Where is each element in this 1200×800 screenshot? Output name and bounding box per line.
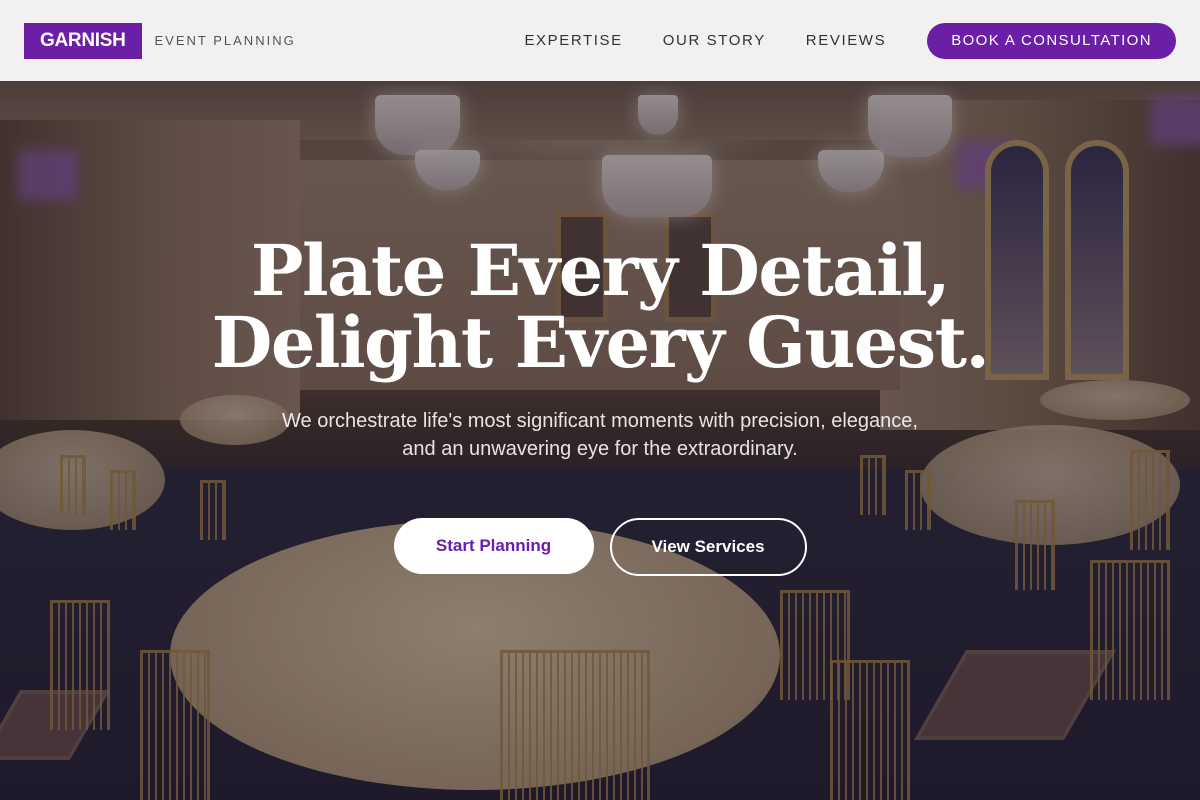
book-consultation-button[interactable]: BOOK A CONSULTATION [927,22,1176,59]
nav-link-our-story[interactable]: OUR STORY [663,32,766,49]
nav-link-expertise[interactable]: EXPERTISE [524,32,622,49]
hero-headline: Plate Every Detail, Delight Every Guest. [0,235,1200,379]
brand-tagline: EVENT PLANNING [154,33,296,48]
brand-logo[interactable]: GARNISH [24,22,142,59]
view-services-button[interactable]: View Services [609,518,807,576]
hero-buttons: Start Planning View Services [0,518,1200,576]
main-nav: EXPERTISE OUR STORY REVIEWS [524,32,886,49]
hero-section: Plate Every Detail, Delight Every Guest.… [0,235,1200,576]
site-header: GARNISH EVENT PLANNING EXPERTISE OUR STO… [0,0,1200,81]
start-planning-button[interactable]: Start Planning [393,518,594,574]
hero-headline-line-1: Plate Every Detail, [250,229,951,312]
hero-subtitle: We orchestrate life's most significant m… [282,410,918,460]
nav-link-reviews[interactable]: REVIEWS [806,32,886,49]
hero-headline-line-2: Delight Every Guest. [211,301,990,384]
